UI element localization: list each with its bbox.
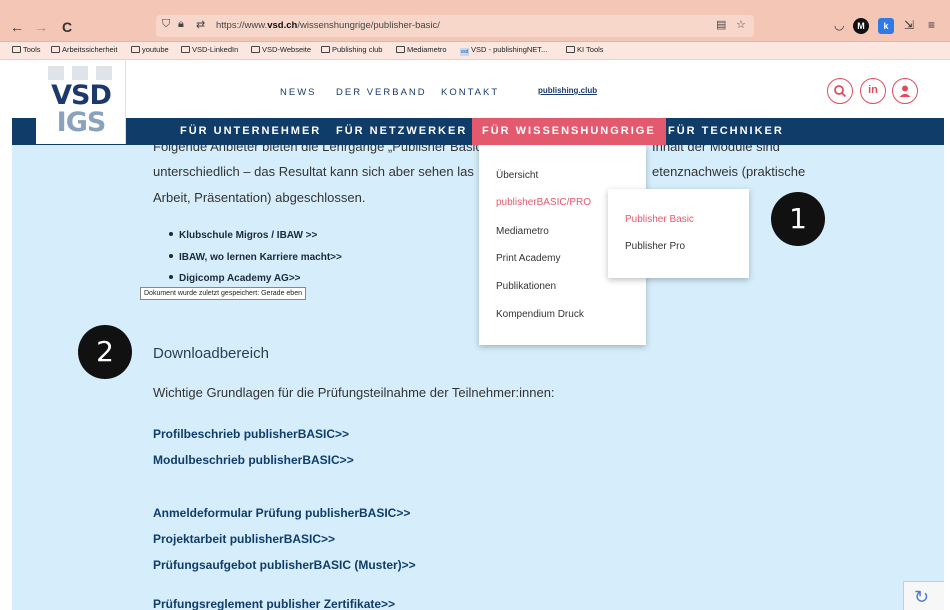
bookmark-star-icon[interactable]: ☆ [736,18,746,31]
bookmark-item[interactable]: KI Tools [566,45,604,54]
linkedin-button[interactable]: in [860,78,886,104]
site-header: VSD IGS NEWS DER VERBAND KONTAKT publish… [12,60,944,144]
account-button[interactable] [892,78,918,104]
bookmarks-bar: Tools Arbeitssicherheit youtube VSD-Link… [0,42,950,60]
submenu-item-publisher-pro[interactable]: Publisher Pro [625,241,685,252]
nav-kontakt[interactable]: KONTAKT [441,87,499,98]
vsd-favicon-icon: vsd [460,48,469,56]
download-link[interactable]: Modulbeschrieb publisherBASIC>> [153,453,354,467]
browser-toolbar: ← → C ⛉ 🔒︎ ⇄ https://www.vsd.ch/wissensh… [0,0,950,42]
dropdown-item-publikationen[interactable]: Publikationen [496,281,556,292]
download-link[interactable]: Profilbeschrieb publisherBASIC>> [153,427,349,441]
forward-button[interactable]: → [32,19,50,35]
folder-icon [181,46,190,53]
provider-list: Klubschule Migros / IBAW >> IBAW, wo ler… [169,230,342,295]
extension-m-icon[interactable]: M [853,18,869,34]
bookmark-item[interactable]: Arbeitssicherheit [51,45,117,54]
linkedin-icon: in [868,84,878,96]
bookmark-item[interactable]: VSD-LinkedIn [181,45,238,54]
logo-blocks [48,66,112,80]
body-text-line: etenznachweis (praktische [652,164,806,179]
dropdown-item-print-academy[interactable]: Print Academy [496,253,560,264]
app-menu-button[interactable]: ≡ [928,18,935,32]
user-icon [899,85,911,97]
bookmark-item[interactable]: VSD-Webseite [251,45,311,54]
list-item[interactable]: Digicomp Academy AG>> [169,273,342,284]
folder-icon [51,46,60,53]
bookmark-item[interactable]: vsd VSD - publishingNET... [460,45,547,56]
recaptcha-icon: ↻ [914,587,930,607]
folder-icon [251,46,260,53]
search-icon [834,85,847,98]
nav-fuer-unternehmer[interactable]: FÜR UNTERNEHMER [180,118,321,145]
submenu-item-publisher-basic[interactable]: Publisher Basic [625,214,694,225]
dropdown-item-kompendium-druck[interactable]: Kompendium Druck [496,309,584,320]
extensions-icon[interactable]: ⇲ [904,18,914,32]
extension-k-icon[interactable]: k [878,18,894,34]
dropdown-item-uebersicht[interactable]: Übersicht [496,170,538,181]
bookmark-item[interactable]: youtube [131,45,169,54]
pocket-icon[interactable]: ◡ [834,18,844,32]
back-button[interactable]: ← [8,19,26,35]
main-nav: FÜR UNTERNEHMER FÜR NETZWERKER FÜR WISSE… [12,118,944,145]
permissions-icon[interactable]: ⇄ [196,18,205,31]
folder-icon [131,46,140,53]
nav-fuer-techniker[interactable]: FÜR TECHNIKER [668,118,784,145]
bookmark-item[interactable]: Publishing club [321,45,382,54]
list-item[interactable]: Klubschule Migros / IBAW >> [169,230,342,241]
folder-icon [12,46,21,53]
annotation-badge-1: 1 [771,192,825,246]
folder-icon [321,46,330,53]
nav-fuer-wissenshungrige[interactable]: FÜR WISSENSHUNGRIGE [472,118,666,145]
list-item[interactable]: IBAW, wo lernen Karriere macht>> [169,252,342,263]
body-text-line: Arbeit, Präsentation) abgeschlossen. [153,190,366,205]
url-bar[interactable]: ⛉ 🔒︎ ⇄ https://www.vsd.ch/wissenshungrig… [156,15,754,37]
main-content: Folgende Anbieter bieten die Lehrgänge „… [12,145,944,610]
logo-text-bottom: IGS [56,107,107,138]
url-text[interactable]: https://www.vsd.ch/wissenshungrige/publi… [216,20,440,31]
vsd-igs-logo[interactable]: VSD IGS [36,60,126,144]
folder-icon [566,46,575,53]
download-heading: Downloadbereich [153,345,269,362]
nav-der-verband[interactable]: DER VERBAND [336,87,427,98]
publisher-submenu: Publisher Basic Publisher Pro [608,189,749,278]
reload-button[interactable]: C [58,19,76,35]
dropdown-item-mediametro[interactable]: Mediametro [496,226,549,237]
recaptcha-widget[interactable]: ↻ [903,581,944,610]
download-link[interactable]: Anmeldeformular Prüfung publisherBASIC>> [153,506,410,520]
bookmark-item[interactable]: Mediametro [396,45,447,54]
download-link[interactable]: Projektarbeit publisherBASIC>> [153,532,335,546]
annotation-badge-2: 2 [78,325,132,379]
dropdown-item-publisher-basic-pro[interactable]: publisherBASIC/PRO [496,197,591,208]
shield-icon[interactable]: ⛉ [162,18,170,31]
save-status-tooltip: Dokument wurde zuletzt gespeichert: Gera… [140,287,306,300]
nav-publishing-club[interactable]: publishing.club [538,86,597,95]
download-link[interactable]: Prüfungsreglement publisher Zertifikate>… [153,597,395,610]
search-button[interactable] [827,78,853,104]
body-text-line: unterschiedlich – das Resultat kann sich… [153,164,474,179]
body-text-line: Folgende Anbieter bieten die Lehrgänge „… [153,145,482,154]
nav-fuer-netzwerker[interactable]: FÜR NETZWERKER [336,118,467,145]
download-intro: Wichtige Grundlagen für die Prüfungsteil… [153,385,555,400]
nav-news[interactable]: NEWS [280,87,317,98]
download-link[interactable]: Prüfungsaufgebot publisherBASIC (Muster)… [153,558,416,572]
folder-icon [396,46,405,53]
body-text-line: Inhalt der Module sind [652,145,780,154]
reader-view-icon[interactable]: ▤ [716,18,726,31]
bookmark-item[interactable]: Tools [12,45,41,54]
lock-icon[interactable]: 🔒︎ [178,18,184,31]
